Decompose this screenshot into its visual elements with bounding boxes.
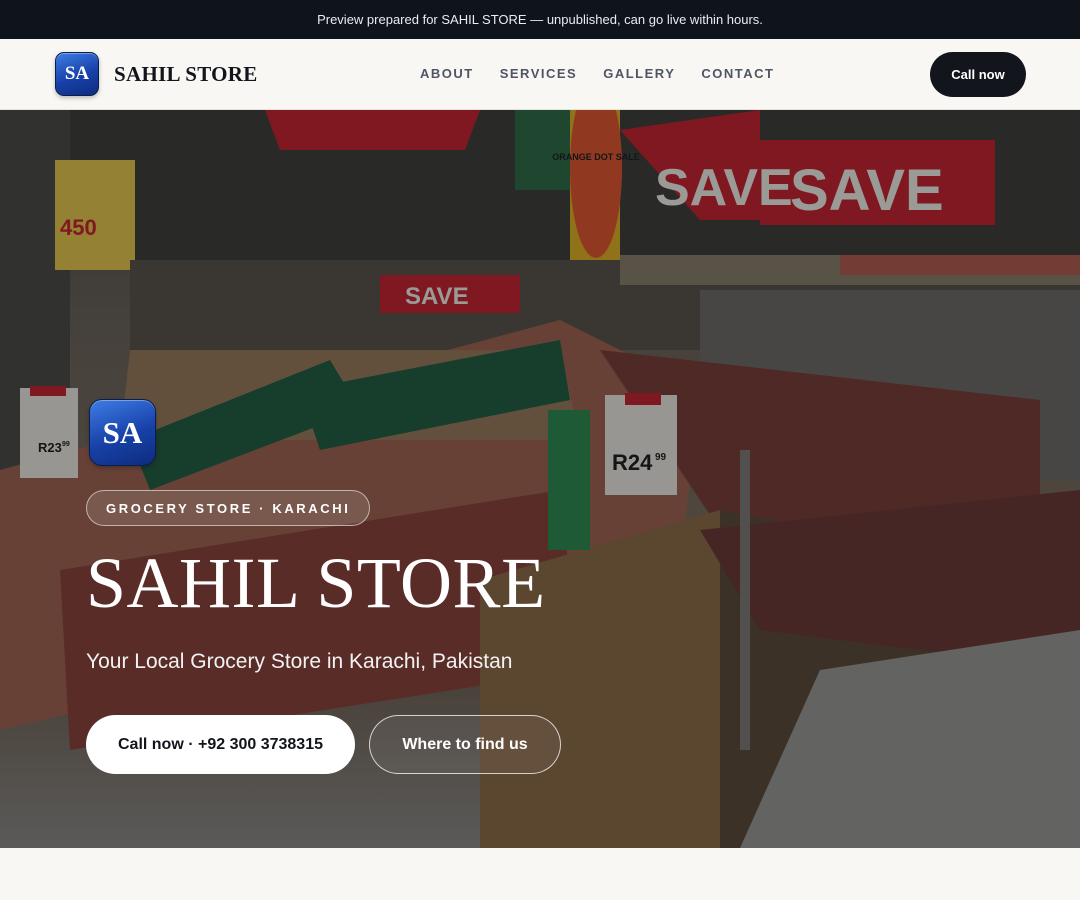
preview-banner-text: Preview prepared for SAHIL STORE — unpub… [317,12,763,27]
hero-title: SAHIL STORE [86,543,546,623]
call-phone-button[interactable]: Call now · +92 300 3738315 [86,715,355,774]
next-section [0,848,1080,900]
hero-section: ORANGE DOT SALE SAVE SAVE 450 SAVE R24 9… [0,110,1080,848]
where-to-find-us-button[interactable]: Where to find us [369,715,561,774]
nav-link-services[interactable]: SERVICES [500,66,578,81]
hero-subtitle: Your Local Grocery Store in Karachi, Pak… [86,650,513,673]
main-nav: ABOUT SERVICES GALLERY CONTACT [420,66,774,81]
nav-link-about[interactable]: ABOUT [420,66,474,81]
brand-logo-initials: SA [64,63,90,84]
call-now-button[interactable]: Call now [930,52,1026,97]
category-chip: GROCERY STORE · KARACHI [86,490,371,526]
preview-banner: Preview prepared for SAHIL STORE — unpub… [0,0,1080,39]
hero-logo: SA [89,399,156,466]
site-header: SA SAHIL STORE ABOUT SERVICES GALLERY CO… [0,39,1080,110]
nav-link-contact[interactable]: CONTACT [701,66,774,81]
category-chip-label: GROCERY STORE · KARACHI [106,500,351,516]
brand-logo[interactable]: SA [55,52,99,96]
hero-logo-initials: SA [102,414,143,450]
nav-link-gallery[interactable]: GALLERY [603,66,675,81]
brand-name[interactable]: SAHIL STORE [114,62,258,87]
